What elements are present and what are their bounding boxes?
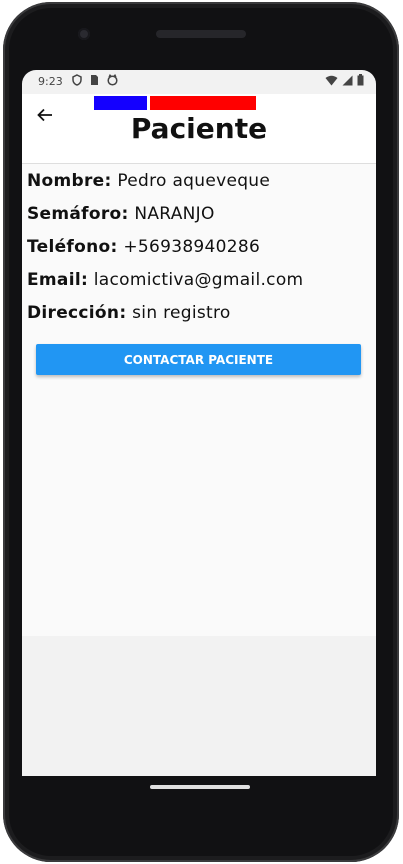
flag-red-stripe (150, 96, 256, 110)
direccion-row: Dirección: sin registro (27, 303, 231, 323)
app-screen: 9:23 Paciente Nombre: Pedro aqueveque Se… (22, 70, 376, 776)
wifi-icon (325, 75, 338, 85)
status-left-icons (72, 74, 118, 86)
home-gesture-bar[interactable] (150, 785, 250, 789)
battery-icon (357, 74, 364, 86)
direccion-value: sin registro (132, 303, 231, 323)
semaforo-row: Semáforo: NARANJO (27, 204, 215, 224)
telefono-label: Teléfono: (27, 237, 118, 257)
patient-details: Nombre: Pedro aqueveque Semáforo: NARANJ… (22, 164, 376, 636)
sim-card-icon (91, 75, 98, 85)
front-camera (78, 28, 90, 40)
email-label: Email: (27, 270, 89, 290)
email-row: Email: lacomictiva@gmail.com (27, 270, 303, 290)
semaforo-value: NARANJO (134, 204, 215, 224)
flag-blue-stripe (94, 96, 147, 110)
status-bar: 9:23 (22, 70, 376, 94)
status-right-icons (325, 74, 364, 86)
status-time: 9:23 (38, 75, 63, 88)
name-label: Nombre: (27, 171, 112, 191)
direccion-label: Dirección: (27, 303, 127, 323)
name-value: Pedro aqueveque (117, 171, 271, 191)
name-row: Nombre: Pedro aqueveque (27, 171, 270, 191)
signal-icon (342, 75, 353, 85)
cat-face-icon (107, 74, 118, 86)
earpiece-speaker (156, 30, 246, 38)
shield-icon (72, 74, 82, 86)
telefono-value: +56938940286 (123, 237, 261, 257)
contact-patient-button[interactable]: CONTACTAR PACIENTE (36, 344, 361, 375)
telefono-row: Teléfono: +56938940286 (27, 237, 260, 257)
app-bar: Paciente (22, 94, 376, 164)
email-value: lacomictiva@gmail.com (93, 270, 304, 290)
page-title: Paciente (130, 112, 268, 145)
empty-area (22, 636, 376, 776)
semaforo-label: Semáforo: (27, 204, 129, 224)
